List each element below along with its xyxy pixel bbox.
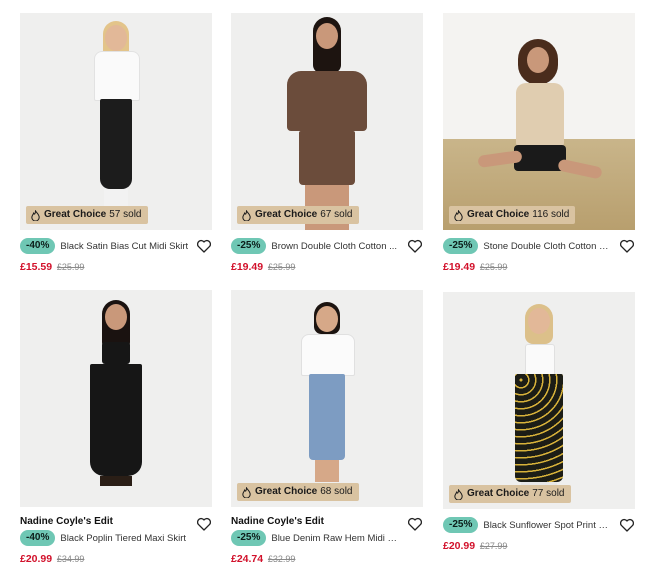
sale-price: £24.74 [231,553,264,565]
brand-label: Nadine Coyle's Edit [20,516,113,527]
product-name[interactable]: Brown Double Cloth Cotton ... [271,241,397,252]
discount-badge: -25% [443,517,479,533]
product-card[interactable]: Great Choice 68 sold Nadine Coyle's Edit… [231,290,423,566]
sold-count: 57 sold [109,209,142,220]
sale-price: £19.49 [443,261,476,273]
heart-icon[interactable] [407,516,423,532]
product-name[interactable]: Black Sunflower Spot Print Wi... [483,520,611,531]
product-card[interactable]: Great Choice 57 sold -40% Black Satin Bi… [20,13,212,274]
great-choice-badge: Great Choice 77 sold [449,485,571,503]
sale-price: £19.49 [231,261,264,273]
product-name[interactable]: Black Satin Bias Cut Midi Skirt [60,241,188,252]
product-image[interactable]: Great Choice 57 sold [20,13,212,230]
heart-icon[interactable] [196,516,212,532]
product-image[interactable]: Great Choice 67 sold [231,13,423,230]
heart-icon[interactable] [196,238,212,254]
great-choice-badge: Great Choice 67 sold [237,206,359,224]
product-card[interactable]: Nadine Coyle's Edit -40% Black Poplin Ti… [20,290,212,566]
badge-label: Great Choice [255,486,318,497]
product-image[interactable]: Great Choice 68 sold [231,290,423,507]
sold-count: 67 sold [320,209,353,220]
badge-label: Great Choice [467,209,530,220]
product-image[interactable]: Great Choice 77 sold [443,292,635,509]
badge-label: Great Choice [44,209,107,220]
discount-badge: -25% [231,530,267,546]
product-image[interactable]: Great Choice 116 sold [443,13,635,230]
badge-label: Great Choice [255,209,318,220]
product-name[interactable]: Black Poplin Tiered Maxi Skirt [60,533,186,544]
brand-label: Nadine Coyle's Edit [231,516,324,527]
sold-count: 68 sold [320,486,353,497]
discount-badge: -40% [20,238,56,254]
great-choice-badge: Great Choice 68 sold [237,483,359,501]
original-price: £25.99 [56,262,85,272]
great-choice-badge: Great Choice 57 sold [26,206,148,224]
product-name[interactable]: Blue Denim Raw Hem Midi Skirt [271,533,399,544]
original-price: £34.99 [56,554,85,564]
flame-icon [31,209,40,221]
original-price: £32.99 [267,554,296,564]
heart-icon[interactable] [619,517,635,533]
sold-count: 77 sold [532,488,565,499]
product-name[interactable]: Stone Double Cloth Cotton S... [483,241,611,252]
heart-icon[interactable] [407,238,423,254]
flame-icon [454,209,463,221]
original-price: £25.99 [267,262,296,272]
sale-price: £20.99 [443,540,476,552]
product-card[interactable]: Great Choice 116 sold -25% Stone Double … [443,13,635,274]
heart-icon[interactable] [619,238,635,254]
discount-badge: -40% [20,530,56,546]
original-price: £27.99 [479,541,508,551]
great-choice-badge: Great Choice 116 sold [449,206,576,224]
discount-badge: -25% [443,238,479,254]
product-card[interactable]: Great Choice 67 sold -25% Brown Double C… [231,13,423,274]
product-image[interactable] [20,290,212,507]
discount-badge: -25% [231,238,267,254]
badge-label: Great Choice [467,488,530,499]
original-price: £25.99 [479,262,508,272]
product-card[interactable]: Great Choice 77 sold -25% Black Sunflowe… [443,292,635,553]
flame-icon [242,209,251,221]
flame-icon [242,486,251,498]
sale-price: £20.99 [20,553,53,565]
flame-icon [454,488,463,500]
sale-price: £15.59 [20,261,53,273]
sold-count: 116 sold [532,209,570,220]
